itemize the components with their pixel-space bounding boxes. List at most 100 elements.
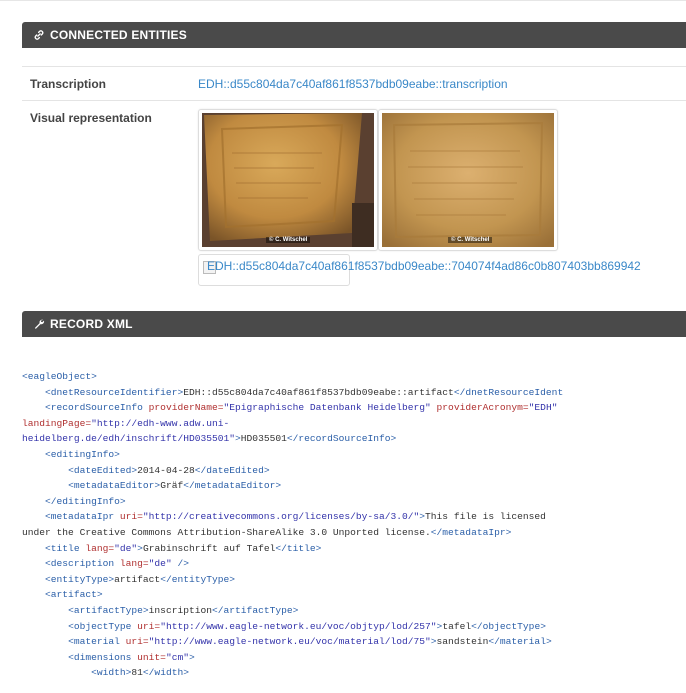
xml-token: </artifactType> bbox=[212, 604, 299, 616]
xml-token: </material> bbox=[488, 636, 552, 648]
xml-token: <description bbox=[45, 558, 120, 570]
xml-token: sandstein bbox=[436, 636, 489, 648]
xml-line: landingPage="http://edh-www.adw.uni- bbox=[22, 416, 686, 432]
inscription-photo: © C. Witschel bbox=[202, 113, 374, 247]
xml-token: </editingInfo> bbox=[45, 495, 126, 507]
xml-token: This file is licensed bbox=[425, 511, 546, 523]
xml-token: "cm" bbox=[165, 651, 189, 663]
xml-token: > bbox=[188, 651, 195, 663]
xml-token: </width> bbox=[142, 667, 189, 679]
xml-token: 2014-04-28 bbox=[137, 464, 195, 476]
xml-token: </dateEdited> bbox=[194, 464, 270, 476]
link-icon bbox=[32, 28, 46, 42]
xml-token: <title bbox=[45, 542, 86, 554]
xml-token: <objectType bbox=[68, 620, 138, 632]
xml-token: tafel bbox=[442, 620, 472, 632]
xml-token: "de" bbox=[114, 542, 138, 554]
xml-token: lang= bbox=[119, 558, 149, 570]
artifact-image-2[interactable]: © C. Witschel bbox=[378, 109, 558, 251]
xml-line: <artifactType>inscription</artifactType> bbox=[22, 603, 686, 619]
xml-token: <dnetResourceIdentifier> bbox=[45, 386, 184, 398]
xml-token: </recordSourceInfo> bbox=[286, 433, 397, 445]
xml-token: uri= bbox=[137, 620, 161, 632]
xml-token: "Epigraphische Datenbank Heidelberg" bbox=[223, 402, 437, 414]
xml-token: unit= bbox=[137, 651, 166, 663]
xml-line: <material uri="http://www.eagle-network.… bbox=[22, 634, 686, 650]
inscription-photo: © C. Witschel bbox=[382, 113, 554, 247]
xml-token: </metadataEditor> bbox=[183, 480, 282, 492]
xml-token: Gräf bbox=[160, 480, 184, 492]
xml-token: </entityType> bbox=[160, 573, 236, 585]
xml-token: <metadataEditor> bbox=[68, 480, 161, 492]
xml-token: inscription bbox=[148, 604, 213, 616]
artifact-image-1[interactable]: © C. Witschel bbox=[198, 109, 378, 251]
xml-line: <width>81</width> bbox=[22, 665, 686, 681]
xml-line: <metadataEditor>Gräf</metadataEditor> bbox=[22, 478, 686, 494]
xml-token: "http://creativecommons.org/licenses/by-… bbox=[142, 511, 420, 523]
xml-token: "http://edh-www.adw.uni- bbox=[91, 417, 230, 429]
xml-token: <artifactType> bbox=[68, 604, 149, 616]
xml-token: providerAcronym= bbox=[436, 402, 529, 414]
xml-token: "EDH" bbox=[528, 402, 558, 414]
top-border bbox=[0, 0, 686, 1]
xml-token: under the Creative Commons Attribution-S… bbox=[22, 526, 431, 538]
xml-line: <objectType uri="http://www.eagle-networ… bbox=[22, 619, 686, 635]
xml-token: <metadataIpr bbox=[45, 511, 120, 523]
xml-token: </metadataIpr> bbox=[430, 526, 512, 538]
xml-token: EDH::d55c804da7c40af861f8537bdb09eabe::a… bbox=[183, 386, 454, 398]
xml-token: <width> bbox=[91, 667, 132, 679]
xml-token: 81 bbox=[131, 667, 143, 679]
row-divider bbox=[22, 66, 686, 67]
record-xml-title: RECORD XML bbox=[50, 317, 133, 331]
xml-token: "http://www.eagle-network.eu/voc/materia… bbox=[148, 636, 431, 648]
xml-token: "http://www.eagle-network.eu/voc/objtyp/… bbox=[160, 620, 437, 632]
transcription-label: Transcription bbox=[30, 77, 107, 91]
xml-token: "de" bbox=[148, 558, 178, 570]
xml-token: <dateEdited> bbox=[68, 464, 138, 476]
xml-token: providerName= bbox=[148, 402, 224, 414]
visual-representation-label: Visual representation bbox=[30, 111, 152, 125]
xml-line: <eagleObject> bbox=[22, 369, 686, 385]
record-xml-code: <eagleObject> <dnetResourceIdentifier>ED… bbox=[22, 369, 686, 693]
xml-token: </dnetResourceIdent bbox=[453, 386, 564, 398]
xml-token: <dimensions bbox=[68, 651, 138, 663]
xml-line: <description lang="de" /> bbox=[22, 556, 686, 572]
xml-token: artifact bbox=[114, 573, 161, 585]
xml-line: <dnetResourceIdentifier>EDH::d55c804da7c… bbox=[22, 385, 686, 401]
broken-image-alt-text: EDH::d55c804da7c40af861f8537bdb09eabe::7… bbox=[207, 259, 641, 273]
xml-token: <material bbox=[68, 636, 126, 648]
xml-line: <metadataIpr uri="http://creativecommons… bbox=[22, 509, 686, 525]
xml-token: /> bbox=[177, 558, 189, 570]
xml-token: <artifact> bbox=[45, 589, 103, 601]
xml-line: heidelberg.de/edh/inschrift/HD035501">HD… bbox=[22, 431, 686, 447]
photo-credit: © C. Witschel bbox=[448, 237, 493, 243]
xml-token: uri= bbox=[125, 636, 149, 648]
connected-entities-header: CONNECTED ENTITIES bbox=[22, 22, 686, 48]
xml-token: landingPage= bbox=[22, 417, 92, 429]
xml-token: <recordSourceInfo bbox=[45, 402, 149, 414]
row-divider bbox=[22, 100, 686, 101]
xml-line: under the Creative Commons Attribution-S… bbox=[22, 525, 686, 541]
xml-token: </title> bbox=[275, 542, 322, 554]
xml-token: <editingInfo> bbox=[45, 448, 120, 460]
xml-line: <title lang="de">Grabinschrift auf Tafel… bbox=[22, 541, 686, 557]
xml-token: </objectType> bbox=[471, 620, 546, 632]
xml-token: HD035501 bbox=[240, 433, 287, 445]
xml-line: <dimensions unit="cm"> bbox=[22, 650, 686, 666]
xml-token: Grabinschrift auf Tafel bbox=[142, 542, 276, 554]
xml-line: <entityType>artifact</entityType> bbox=[22, 572, 686, 588]
xml-line: <recordSourceInfo providerName="Epigraph… bbox=[22, 400, 686, 416]
xml-line: </editingInfo> bbox=[22, 494, 686, 510]
xml-token: <eagleObject> bbox=[22, 371, 97, 382]
xml-line: <artifact> bbox=[22, 587, 686, 603]
connected-entities-title: CONNECTED ENTITIES bbox=[50, 28, 187, 42]
broken-image-link[interactable]: EDH::d55c804da7c40af861f8537bdb09eabe::7… bbox=[198, 254, 641, 286]
xml-token: lang= bbox=[85, 542, 115, 554]
wrench-icon bbox=[32, 317, 46, 331]
xml-token: <entityType> bbox=[45, 573, 115, 585]
transcription-link[interactable]: EDH::d55c804da7c40af861f8537bdb09eabe::t… bbox=[198, 77, 508, 91]
record-xml-header: RECORD XML bbox=[22, 311, 686, 337]
xml-token: uri= bbox=[119, 511, 143, 523]
xml-line: <editingInfo> bbox=[22, 447, 686, 463]
photo-credit: © C. Witschel bbox=[266, 237, 311, 243]
